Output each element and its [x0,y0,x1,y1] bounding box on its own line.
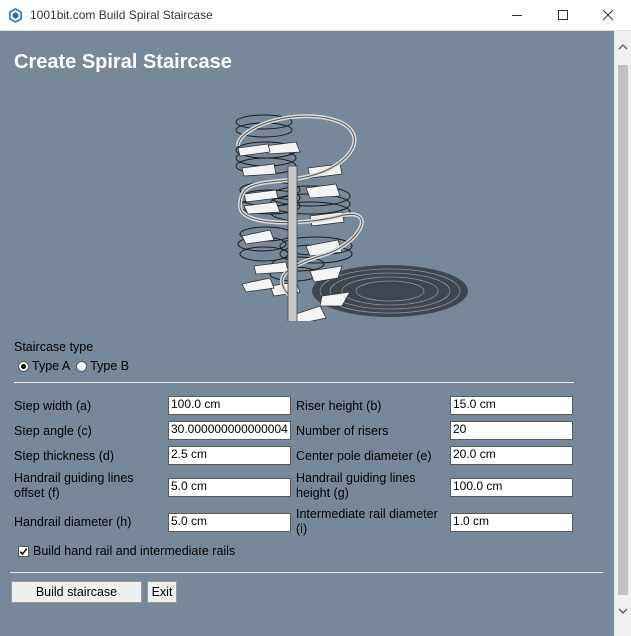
step-angle-input[interactable]: 30.000000000000004 [168,421,291,440]
staircase-type-group: Type A Type B [18,358,129,374]
exit-button[interactable]: Exit [147,581,177,603]
divider [14,382,574,383]
number-of-risers-input[interactable]: 20 [450,421,573,440]
riser-height-input[interactable]: 15.0 cm [450,396,573,415]
intermediate-rail-diameter-label-line2: (i) [296,522,308,536]
vertical-scrollbar[interactable] [614,31,631,636]
intermediate-rail-diameter-label-line1: Intermediate rail diameter [296,507,438,521]
checkmark-icon [19,547,28,555]
minimize-icon [512,15,522,16]
dialog-content: Create Spiral Staircase Staircase type T… [0,31,614,636]
number-of-risers-label: Number of risers [296,424,389,438]
handrail-height-label-line1: Handrail guiding lines [296,471,416,485]
minimize-button[interactable] [494,0,540,30]
scroll-down-icon[interactable] [618,606,628,616]
intermediate-rail-diameter-input[interactable]: 1.0 cm [450,513,573,532]
step-angle-label: Step angle (c) [14,424,92,438]
scrollbar-thumb[interactable] [618,65,628,595]
divider-bottom [10,572,603,573]
type-b-label: Type B [90,359,130,373]
handrail-height-input[interactable]: 100.0 cm [450,478,573,497]
step-width-input[interactable]: 100.0 cm [168,396,291,415]
type-a-label: Type A [32,359,71,373]
handrail-diameter-label: Handrail diameter (h) [14,515,132,529]
step-thickness-input[interactable]: 2.5 cm [168,446,291,465]
center-pole-diameter-label: Center pole diameter (e) [296,449,432,463]
handrail-offset-input[interactable]: 5.0 cm [168,478,291,497]
type-b-radio[interactable] [76,360,88,372]
close-icon [602,9,614,21]
maximize-icon [558,10,568,20]
center-pole [287,165,298,321]
build-rails-option: Build hand rail and intermediate rails [18,544,235,558]
step-thickness-label: Step thickness (d) [14,449,115,463]
step-width-label: Step width (a) [14,399,92,413]
handrail-height-label-line2: height (g) [296,486,349,500]
scroll-up-icon[interactable] [618,42,628,52]
window-title: 1001bit.com Build Spiral Staircase [30,8,213,22]
maximize-button[interactable] [540,0,586,30]
staircase-type-label: Staircase type [14,340,94,354]
build-rails-label: Build hand rail and intermediate rails [33,544,236,558]
build-staircase-button[interactable]: Build staircase [11,581,142,603]
title-bar: 1001bit.com Build Spiral Staircase [0,0,631,31]
handrail-offset-label-line1: Handrail guiding lines [14,471,134,485]
type-a-radio[interactable] [18,360,29,372]
center-pole-diameter-input[interactable]: 20.0 cm [450,446,573,465]
riser-height-label: Riser height (b) [296,399,382,413]
handrail-diameter-input[interactable]: 5.0 cm [168,513,291,532]
handrail-offset-label-line2: offset (f) [14,486,60,500]
sketchup-app-icon [9,8,22,23]
page-title: Create Spiral Staircase [14,51,232,73]
spiral-staircase-preview-image [235,114,468,321]
close-button[interactable] [585,0,631,30]
build-rails-checkbox[interactable] [18,545,29,557]
